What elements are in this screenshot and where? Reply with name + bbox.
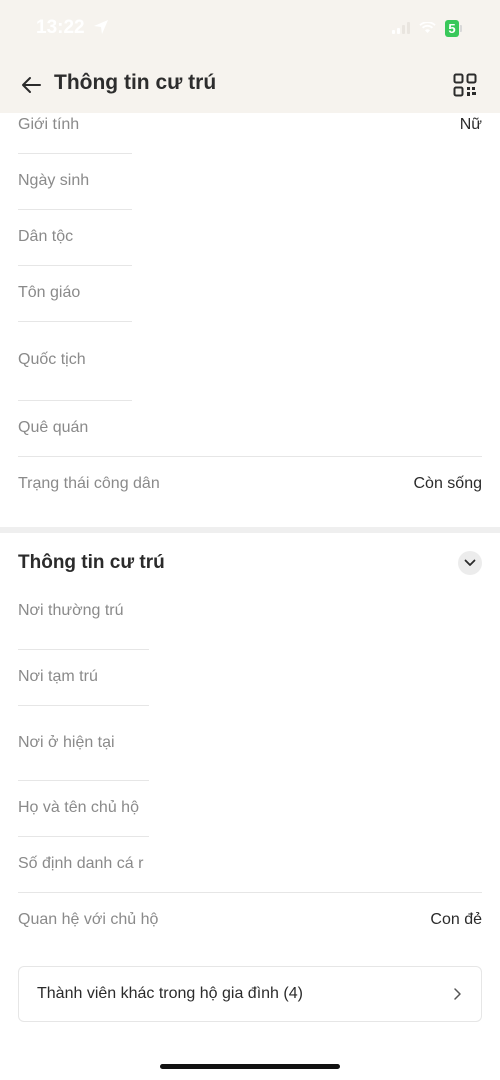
qr-code-icon (453, 73, 477, 97)
qr-code-button[interactable] (450, 70, 480, 100)
info-row-religion: Tôn giáo (18, 284, 482, 302)
family-members-label: Thành viên khác trong hộ gia đình (4) (37, 985, 303, 1002)
status-time: 13:22 (36, 17, 85, 38)
arrow-left-icon (22, 77, 41, 93)
back-button[interactable] (16, 70, 46, 100)
info-row-ethnicity: Dân tộc (18, 228, 482, 246)
page-title: Thông tin cư trú (54, 71, 217, 94)
row-label: Giới tính (18, 116, 80, 133)
wifi-icon (419, 22, 436, 33)
row-label: Dân tộc (18, 228, 74, 245)
row-value: Nữ (459, 116, 482, 133)
status-indicators: 5 (392, 18, 462, 38)
chevron-down-icon (464, 559, 476, 566)
section-title: Thông tin cư trú (18, 552, 165, 573)
row-label: Quê quán (18, 419, 89, 436)
row-label: Quốc tịch (18, 351, 86, 368)
info-row-nationality: Quốc tịch (18, 351, 482, 369)
row-label: Số định danh cá r (18, 855, 144, 872)
divider (18, 705, 149, 706)
residence-row-relationship: Quan hệ với chủ hộ Con đẻ (18, 911, 482, 929)
divider (18, 153, 132, 154)
divider (18, 892, 482, 893)
info-row-citizen-status: Trạng thái công dân Còn sống (18, 475, 482, 493)
signal-icon (392, 22, 410, 34)
info-row-gender: Giới tính Nữ (18, 116, 482, 134)
row-label: Quan hệ với chủ hộ (18, 911, 159, 928)
row-label: Nơi tạm trú (18, 668, 98, 685)
residence-row-current: Nơi ở hiện tại (18, 734, 482, 752)
divider (18, 456, 482, 457)
info-row-dob: Ngày sinh (18, 172, 482, 190)
app-header: Thông tin cư trú (0, 56, 500, 113)
home-indicator[interactable] (160, 1064, 340, 1069)
row-label: Nơi ở hiện tại (18, 734, 115, 751)
divider (18, 321, 132, 322)
residence-row-temporary: Nơi tạm trú (18, 668, 482, 686)
info-row-hometown: Quê quán (18, 419, 482, 437)
residence-row-permanent: Nơi thường trú (18, 602, 482, 620)
divider (18, 780, 149, 781)
battery-icon: 5 (445, 19, 462, 37)
collapse-section-button[interactable] (458, 551, 482, 575)
divider (18, 400, 132, 401)
row-label: Tôn giáo (18, 284, 81, 301)
divider (18, 209, 132, 210)
family-members-button[interactable]: Thành viên khác trong hộ gia đình (4) (18, 966, 482, 1022)
row-label: Ngày sinh (18, 172, 90, 189)
row-label: Họ và tên chủ hộ (18, 799, 139, 816)
divider (18, 649, 149, 650)
battery-level: 5 (445, 19, 459, 37)
row-value: Con đẻ (430, 911, 482, 928)
divider (18, 265, 132, 266)
row-value: Còn sống (413, 475, 483, 492)
location-arrow-icon (94, 20, 108, 34)
status-bar: 13:22 5 (0, 0, 500, 56)
residence-row-household-head: Họ và tên chủ hộ (18, 799, 482, 817)
row-label: Trạng thái công dân (18, 475, 160, 492)
row-label: Nơi thường trú (18, 602, 124, 619)
chevron-right-icon (454, 988, 461, 1000)
residence-row-id-number: Số định danh cá r (18, 855, 482, 873)
section-separator (0, 527, 500, 533)
divider (18, 836, 149, 837)
